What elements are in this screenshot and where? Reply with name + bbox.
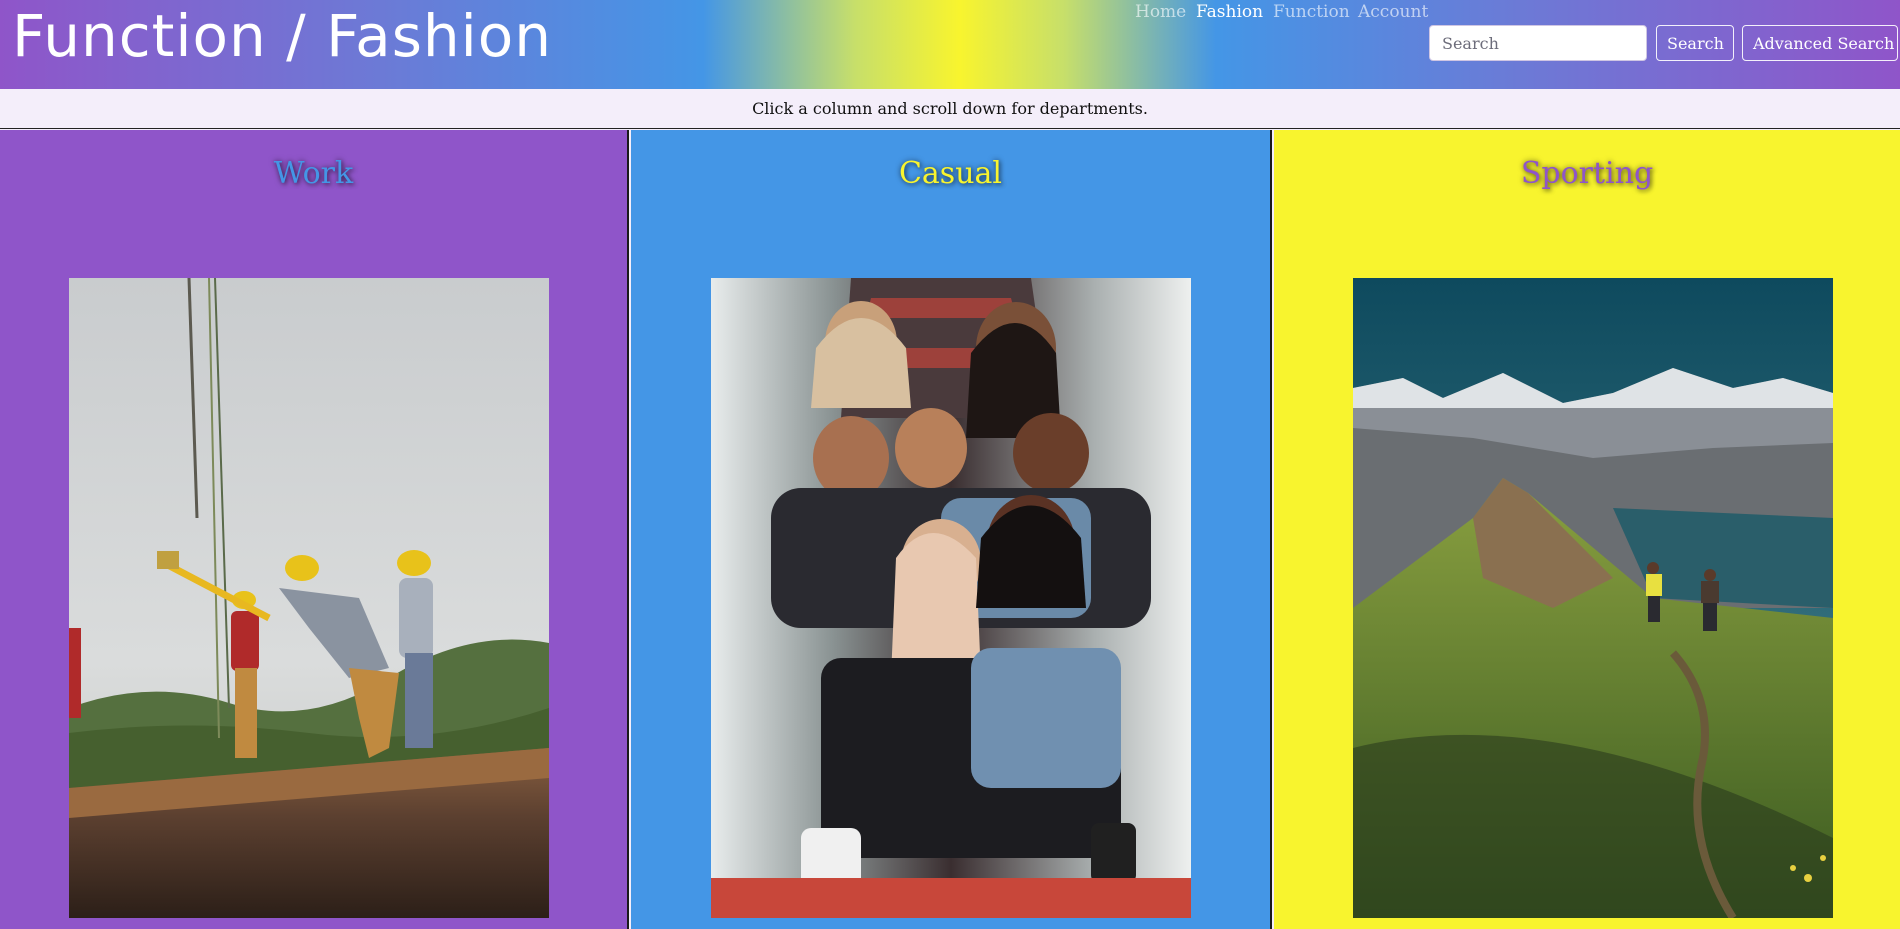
column-sporting[interactable]: Sporting [1274,130,1900,929]
advanced-search-button[interactable]: Advanced Search [1742,25,1898,61]
sporting-photo[interactable] [1353,278,1833,918]
column-title-sporting: Sporting [1520,156,1654,191]
search-button[interactable]: Search [1656,25,1734,61]
search-input[interactable] [1429,25,1647,61]
nav-link-function[interactable]: Function [1273,0,1350,24]
hint-bar: Click a column and scroll down for depar… [0,89,1900,129]
casual-photo[interactable] [711,278,1191,918]
nav-link-fashion[interactable]: Fashion [1196,0,1263,24]
group-of-friends-image [711,278,1191,918]
mountain-hikers-image [1353,278,1833,918]
column-title-casual: Casual [898,156,1003,191]
nav-link-account[interactable]: Account [1358,0,1428,24]
column-work[interactable]: Work [0,130,629,929]
nav-link-home[interactable]: Home [1135,0,1186,24]
work-photo[interactable] [69,278,549,918]
column-casual[interactable]: Casual [631,130,1272,929]
navbar: Function / Fashion Home Fashion Function… [0,0,1900,89]
brand-logo[interactable]: Function / Fashion [12,2,552,70]
column-title-work: Work [273,156,354,191]
construction-workers-image [69,278,549,918]
